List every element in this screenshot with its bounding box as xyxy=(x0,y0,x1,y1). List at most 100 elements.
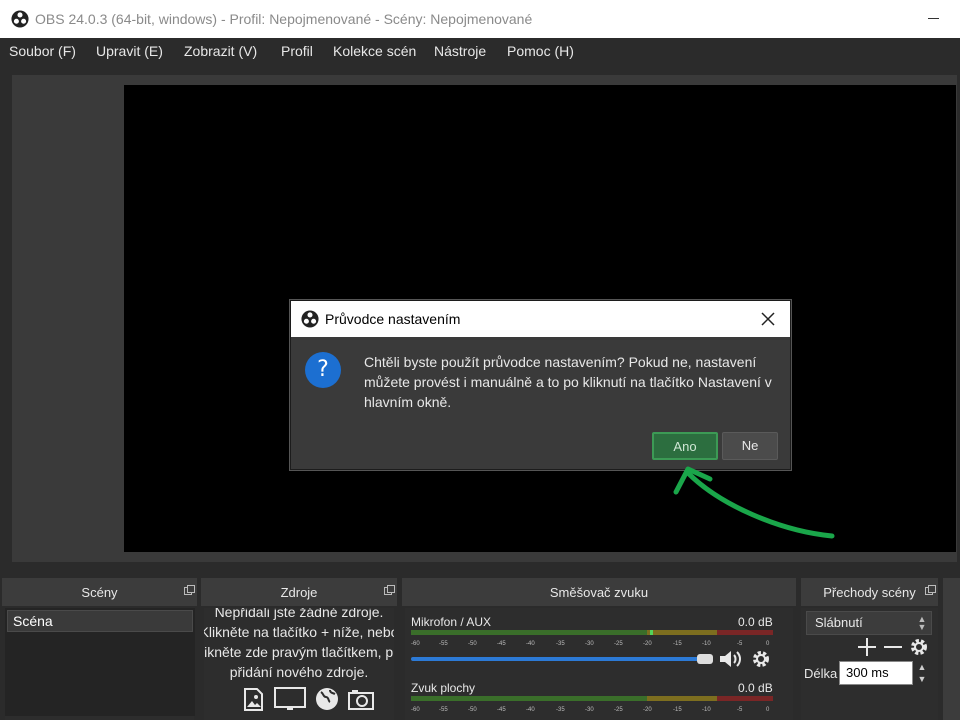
undock-icon[interactable] xyxy=(925,585,936,595)
extra-dock-edge xyxy=(943,578,960,720)
obs-logo-icon xyxy=(301,310,319,328)
question-icon: ? xyxy=(305,352,341,388)
svg-text:-45: -45 xyxy=(497,641,506,646)
obs-window: OBS 24.0.3 (64-bit, windows) - Profil: N… xyxy=(0,0,960,720)
transitions-dock: Přechody scény Slábnutí ▲ ▼ Délka 300 ms … xyxy=(801,578,938,720)
meter-scale: -60 -55 -50 -45 -40 -35 -30 -25 -20 -15 -10 -5 0 xyxy=(411,638,773,647)
svg-text:-40: -40 xyxy=(526,707,535,712)
svg-text:-60: -60 xyxy=(411,641,420,646)
dialog-title-bar: Průvodce nastavením xyxy=(291,301,790,337)
meter-ticks-graphic: -60 -55 -50 -45 -40 -35 -30 -25 -20 -15 -10 -5 0 xyxy=(411,641,770,647)
sources-hint-line: přidání nového zdroje. xyxy=(229,664,369,680)
gear-icon[interactable] xyxy=(909,637,929,657)
close-icon[interactable] xyxy=(759,310,777,328)
mixer-track-db: 0.0 dB xyxy=(738,615,773,629)
title-bar: OBS 24.0.3 (64-bit, windows) - Profil: N… xyxy=(0,0,960,38)
sources-hint-line: Klikněte na tlačítko + níže, nebo xyxy=(204,624,394,640)
gear-icon[interactable] xyxy=(751,649,771,669)
menu-file[interactable]: Soubor (F) xyxy=(9,43,76,59)
mixer-dock-body: Mikrofon / AUX 0.0 dB -60 -55 -50 -45 -40 -3… xyxy=(405,608,793,720)
obs-logo-icon xyxy=(11,10,29,28)
transitions-dock-body: Slábnutí ▲ ▼ Délka 300 ms ▲ ▼ xyxy=(801,608,938,720)
speaker-icon[interactable] xyxy=(718,648,744,670)
combo-arrows-icon: ▲ ▼ xyxy=(917,614,927,632)
sources-dock-title: Zdroje xyxy=(280,585,318,600)
volume-meter xyxy=(411,630,773,635)
svg-text:-15: -15 xyxy=(673,707,682,712)
scenes-dock-title: Scény xyxy=(81,585,118,600)
transition-select-value: Slábnutí xyxy=(815,615,863,630)
window-title: OBS 24.0.3 (64-bit, windows) - Profil: N… xyxy=(35,11,533,27)
duration-spinner[interactable]: ▲ ▼ xyxy=(913,661,931,685)
svg-text:0: 0 xyxy=(766,707,770,712)
svg-text:-35: -35 xyxy=(556,641,565,646)
scenes-dock-body: Scéna xyxy=(5,608,195,720)
remove-icon[interactable] xyxy=(883,637,903,657)
volume-slider[interactable] xyxy=(411,657,703,661)
scenes-dock-header: Scény xyxy=(2,578,197,606)
svg-text:0: 0 xyxy=(766,641,770,646)
svg-text:-25: -25 xyxy=(614,641,623,646)
duration-label: Délka xyxy=(804,666,838,681)
add-icon[interactable] xyxy=(857,637,877,657)
source-type-icons xyxy=(239,686,375,712)
dialog-title: Průvodce nastavením xyxy=(325,311,461,327)
transitions-dock-header: Přechody scény xyxy=(801,578,938,606)
sources-hint-line: klikněte zde pravým tlačítkem, pro xyxy=(204,644,394,660)
svg-text:-30: -30 xyxy=(585,641,594,646)
svg-text:-10: -10 xyxy=(702,707,711,712)
scene-list-item[interactable]: Scéna xyxy=(7,610,193,632)
mixer-track-name: Mikrofon / AUX xyxy=(411,615,492,629)
browser-source-icon xyxy=(316,688,338,710)
undock-icon[interactable] xyxy=(184,585,195,595)
svg-text:-10: -10 xyxy=(702,641,711,646)
svg-text:-50: -50 xyxy=(468,641,477,646)
svg-text:-25: -25 xyxy=(614,707,623,712)
display-capture-icon xyxy=(274,687,306,710)
sources-dock-body: Nepřidali jste žádné zdroje. Klikněte na… xyxy=(204,608,394,720)
sources-hint-line: Nepřidali jste žádné zdroje. xyxy=(214,608,384,620)
svg-text:-45: -45 xyxy=(497,707,506,712)
volume-meter xyxy=(411,696,773,701)
svg-text:-30: -30 xyxy=(585,707,594,712)
menu-help[interactable]: Pomoc (H) xyxy=(507,43,574,59)
transitions-dock-title: Přechody scény xyxy=(823,585,916,600)
annotation-arrow xyxy=(673,466,835,539)
mixer-dock-title: Směšovač zvuku xyxy=(549,585,649,600)
sources-empty-hint: Nepřidali jste žádné zdroje. Klikněte na… xyxy=(204,608,394,682)
svg-text:-55: -55 xyxy=(439,707,448,712)
duration-input[interactable]: 300 ms xyxy=(839,661,913,685)
svg-text:-40: -40 xyxy=(526,641,535,646)
undock-icon[interactable] xyxy=(384,585,395,595)
image-icon xyxy=(244,688,263,711)
mixer-track-db: 0.0 dB xyxy=(738,681,773,695)
svg-text:-50: -50 xyxy=(468,707,477,712)
svg-text:-15: -15 xyxy=(673,641,682,646)
mixer-track-name: Zvuk plochy xyxy=(411,681,476,695)
minimize-button[interactable] xyxy=(922,12,946,26)
svg-text:-55: -55 xyxy=(439,641,448,646)
volume-slider-handle[interactable] xyxy=(697,654,713,664)
sources-dock-header: Zdroje xyxy=(201,578,397,606)
setup-wizard-dialog: Průvodce nastavením ? Chtěli byste použí… xyxy=(290,300,791,470)
menu-bar: Soubor (F) Upravit (E) Zobrazit (V) Prof… xyxy=(0,38,960,66)
mixer-dock-header: Směšovač zvuku xyxy=(402,578,796,606)
meter-scale: -60 -55 -50 -45 -40 -35 -30 -25 -20 -15 -10 -5 0 xyxy=(411,704,773,713)
menu-view[interactable]: Zobrazit (V) xyxy=(184,43,257,59)
menu-scene-collection[interactable]: Kolekce scén xyxy=(333,43,416,59)
svg-text:-5: -5 xyxy=(737,641,743,646)
menu-profile[interactable]: Profil xyxy=(281,43,313,59)
svg-text:-20: -20 xyxy=(643,707,652,712)
transition-select[interactable]: Slábnutí ▲ ▼ xyxy=(806,611,932,635)
svg-text:-20: -20 xyxy=(643,641,652,646)
svg-text:-5: -5 xyxy=(737,707,743,712)
meter-ticks-graphic: -60 -55 -50 -45 -40 -35 -30 -25 -20 -15 -10 -5 0 xyxy=(411,707,770,713)
menu-tools[interactable]: Nástroje xyxy=(434,43,486,59)
svg-text:-35: -35 xyxy=(556,707,565,712)
scene-list: Scéna xyxy=(5,608,195,716)
audio-mixer-dock: Směšovač zvuku Mikrofon / AUX 0.0 dB -60… xyxy=(402,578,796,720)
dialog-message: Chtěli byste použít průvodce nastavením?… xyxy=(364,354,772,410)
scenes-dock: Scény Scéna xyxy=(2,578,197,720)
camera-icon xyxy=(348,690,374,710)
menu-edit[interactable]: Upravit (E) xyxy=(96,43,163,59)
